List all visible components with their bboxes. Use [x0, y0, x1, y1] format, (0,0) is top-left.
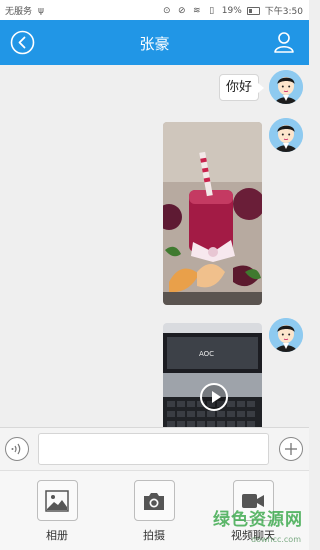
user-profile-icon[interactable] [273, 31, 295, 53]
status-bar: 无服务 ψ ⊙ ⊘ ≋ ▯ 19% 下午3:50 [0, 0, 309, 20]
avatar[interactable] [269, 118, 303, 152]
alarm-off-icon: ⊘ [177, 5, 186, 16]
picture-icon [45, 489, 69, 512]
video-thumbnail: AOC [163, 323, 262, 427]
play-icon[interactable] [200, 383, 228, 411]
carrier-text: 无服务 [5, 7, 33, 17]
voice-icon [11, 443, 21, 455]
chat-header: 张豪 [0, 20, 309, 65]
plus-icon [285, 443, 297, 455]
juice-photo [163, 122, 262, 305]
usb-icon: ψ [38, 5, 44, 16]
voice-button[interactable] [5, 437, 29, 461]
avatar-boy-icon [269, 318, 303, 352]
message-list[interactable]: 你好 AOC [0, 65, 309, 427]
watermark-logo: 绿色资源网 [213, 510, 303, 530]
message-input[interactable] [38, 433, 269, 465]
avatar-boy-icon [269, 70, 303, 104]
input-bar [0, 427, 309, 470]
clock-text: 下午3:50 [264, 7, 303, 17]
album-icon-box [36, 480, 78, 521]
plus-button[interactable] [279, 437, 303, 461]
battery-icon [246, 6, 260, 15]
message-bubble-text[interactable]: 你好 [218, 74, 265, 101]
album-label: 相册 [46, 529, 68, 542]
watermark-url: downcc.com [250, 535, 301, 544]
monitor-brand-text: AOC [199, 350, 214, 358]
location-icon: ⊙ [162, 5, 171, 16]
camera-button[interactable]: 拍摄 [130, 480, 178, 543]
message-video[interactable]: AOC [163, 323, 262, 427]
avatar[interactable] [269, 318, 303, 352]
message-image-juice[interactable] [163, 122, 262, 305]
wifi-icon: ≋ [192, 5, 201, 16]
camera-icon-box [133, 480, 175, 521]
camera-label: 拍摄 [143, 529, 165, 542]
avatar[interactable] [269, 70, 303, 104]
camera-icon [144, 492, 164, 510]
battery-percent: 19% [221, 5, 242, 16]
album-button[interactable]: 相册 [33, 480, 81, 543]
bottom-toolbar: 相册 拍摄 视频聊天 绿色资源网 downcc.com [0, 470, 309, 550]
avatar-boy-icon [269, 118, 303, 152]
message-text: 你好 [225, 80, 252, 95]
sim-icon: ▯ [209, 5, 215, 16]
chat-title: 张豪 [139, 35, 170, 53]
